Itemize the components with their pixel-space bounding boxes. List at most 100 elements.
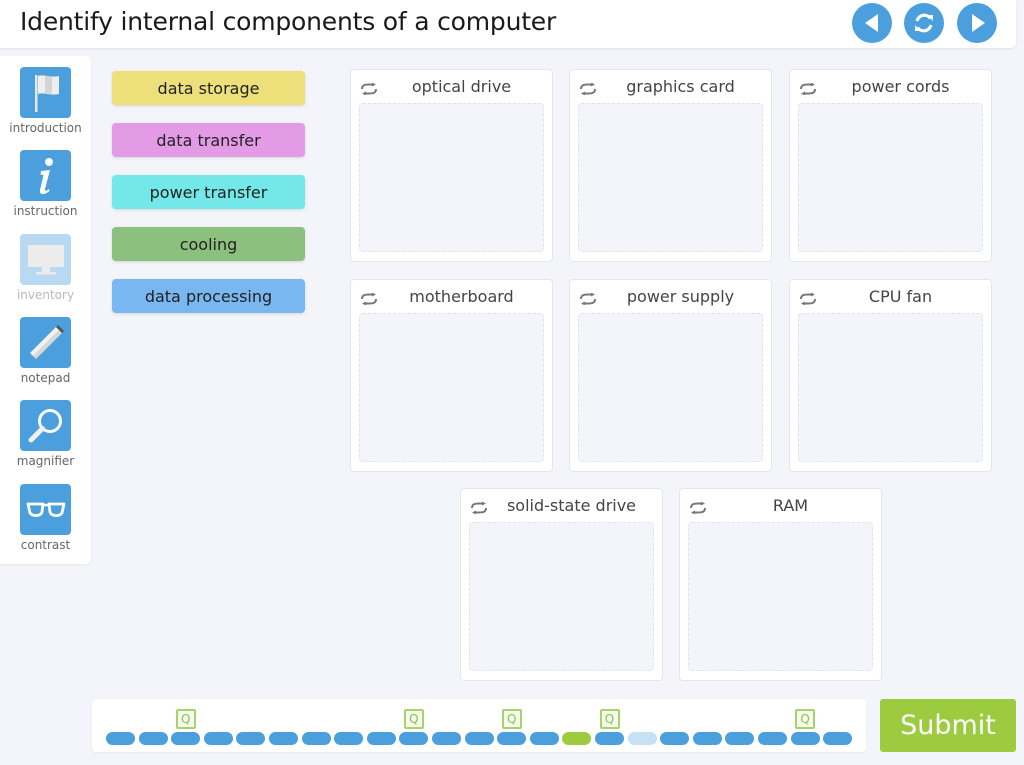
- drop-card: power supply: [569, 279, 772, 472]
- submit-button[interactable]: Submit: [880, 699, 1016, 752]
- progress-step-current[interactable]: [562, 732, 592, 745]
- swap-icon[interactable]: [579, 80, 597, 99]
- card-header: solid-state drive: [461, 489, 662, 522]
- progress-step[interactable]: [138, 732, 168, 745]
- card-header: CPU fan: [790, 280, 991, 313]
- chip-data-storage[interactable]: data storage: [112, 71, 305, 105]
- drop-card: CPU fan: [789, 279, 992, 472]
- swap-icon[interactable]: [360, 290, 378, 309]
- progress-step[interactable]: [660, 732, 690, 745]
- chip-data-processing[interactable]: data processing: [112, 279, 305, 313]
- chip-data-transfer[interactable]: data transfer: [112, 123, 305, 157]
- header-bar: Identify internal components of a comput…: [0, 0, 1016, 48]
- progress-step[interactable]: [595, 732, 624, 745]
- swap-icon[interactable]: [579, 290, 597, 309]
- progress-step[interactable]: [432, 732, 461, 745]
- drop-zone[interactable]: [578, 103, 763, 252]
- tool-magnifier[interactable]: magnifier: [0, 400, 91, 468]
- question-marker-icon: Q: [795, 709, 816, 729]
- card-label: motherboard: [409, 287, 514, 306]
- chip-label: power transfer: [149, 182, 268, 202]
- question-marker-icon: Q: [175, 709, 196, 729]
- card-header: RAM: [680, 489, 881, 522]
- chip-power-transfer[interactable]: power transfer: [112, 175, 305, 209]
- drop-zone[interactable]: [469, 522, 654, 671]
- card-label: power supply: [626, 287, 735, 306]
- progress-step[interactable]: [692, 732, 722, 745]
- progress-step[interactable]: [497, 732, 527, 745]
- card-label: power cords: [851, 77, 950, 96]
- tool-label: notepad: [20, 371, 71, 385]
- question-marker-icon: Q: [501, 709, 522, 729]
- progress-step[interactable]: [334, 732, 364, 745]
- progress-step[interactable]: [464, 732, 494, 745]
- info-icon: [39, 157, 53, 194]
- swap-icon[interactable]: [799, 290, 817, 309]
- drop-card: RAM: [679, 488, 882, 681]
- refresh-icon: [915, 13, 933, 33]
- chip-label: data storage: [157, 78, 260, 98]
- card-label: CPU fan: [868, 287, 933, 306]
- glasses-icon: [26, 502, 65, 517]
- progress-step[interactable]: [758, 732, 787, 745]
- tool-label: introduction: [9, 121, 82, 135]
- progress-step[interactable]: [790, 732, 820, 745]
- tool-contrast[interactable]: contrast: [0, 484, 91, 552]
- card-header: power supply: [570, 280, 771, 313]
- drop-zone[interactable]: [798, 103, 983, 252]
- swap-icon[interactable]: [360, 80, 378, 99]
- chip-cooling[interactable]: cooling: [112, 227, 305, 261]
- tool-label: magnifier: [16, 454, 75, 468]
- card-label: optical drive: [411, 77, 512, 96]
- drop-zone[interactable]: [688, 522, 873, 671]
- drop-zone[interactable]: [359, 313, 544, 462]
- swap-icon[interactable]: [799, 80, 817, 99]
- card-header: optical drive: [351, 70, 552, 103]
- next-button[interactable]: [957, 3, 997, 43]
- tool-notepad[interactable]: notepad: [0, 317, 91, 385]
- previous-button[interactable]: [852, 3, 892, 43]
- card-header: power cords: [790, 70, 991, 103]
- pencil-icon: [29, 324, 64, 359]
- progress-step[interactable]: [399, 732, 429, 745]
- chip-label: data processing: [144, 286, 273, 306]
- drop-card: optical drive: [350, 69, 553, 262]
- progress-step[interactable]: [725, 732, 755, 745]
- progress-step[interactable]: [269, 732, 298, 745]
- chip-label: data transfer: [156, 130, 261, 150]
- progress-step[interactable]: [203, 732, 233, 745]
- progress-step[interactable]: [171, 732, 201, 745]
- swap-icon[interactable]: [689, 499, 707, 518]
- drop-zone[interactable]: [359, 103, 544, 252]
- drop-card: graphics card: [569, 69, 772, 262]
- question-marker-icon: Q: [403, 709, 424, 729]
- tool-label: inventory: [16, 288, 75, 302]
- progress-step[interactable]: [823, 732, 853, 745]
- flag-icon: [34, 74, 59, 112]
- progress-step[interactable]: [106, 732, 135, 745]
- arrow-right-icon: [972, 14, 985, 32]
- progress-step[interactable]: [627, 732, 657, 745]
- progress-step[interactable]: [529, 732, 559, 745]
- tools-sidebar: introduction instruction inventory notep…: [0, 56, 91, 564]
- tool-introduction[interactable]: introduction: [0, 67, 91, 135]
- drop-zone[interactable]: [578, 313, 763, 462]
- drop-zone[interactable]: [798, 313, 983, 462]
- tool-label: instruction: [13, 204, 78, 218]
- progress-step[interactable]: [236, 732, 266, 745]
- progress-step[interactable]: [301, 732, 331, 745]
- drop-card: power cords: [789, 69, 992, 262]
- reset-button[interactable]: [904, 3, 944, 43]
- progress-step[interactable]: [366, 732, 396, 745]
- monitor-icon: [27, 244, 64, 274]
- swap-icon[interactable]: [470, 499, 488, 518]
- tool-label: contrast: [20, 538, 71, 552]
- tool-instruction[interactable]: instruction: [0, 150, 91, 218]
- page-title: Identify internal components of a comput…: [20, 7, 557, 36]
- tool-inventory: inventory: [0, 234, 91, 302]
- card-label: solid-state drive: [506, 496, 637, 515]
- question-marker-icon: Q: [599, 709, 620, 729]
- card-header: graphics card: [570, 70, 771, 103]
- progress-bar: QQQQQ: [92, 699, 866, 752]
- card-header: motherboard: [351, 280, 552, 313]
